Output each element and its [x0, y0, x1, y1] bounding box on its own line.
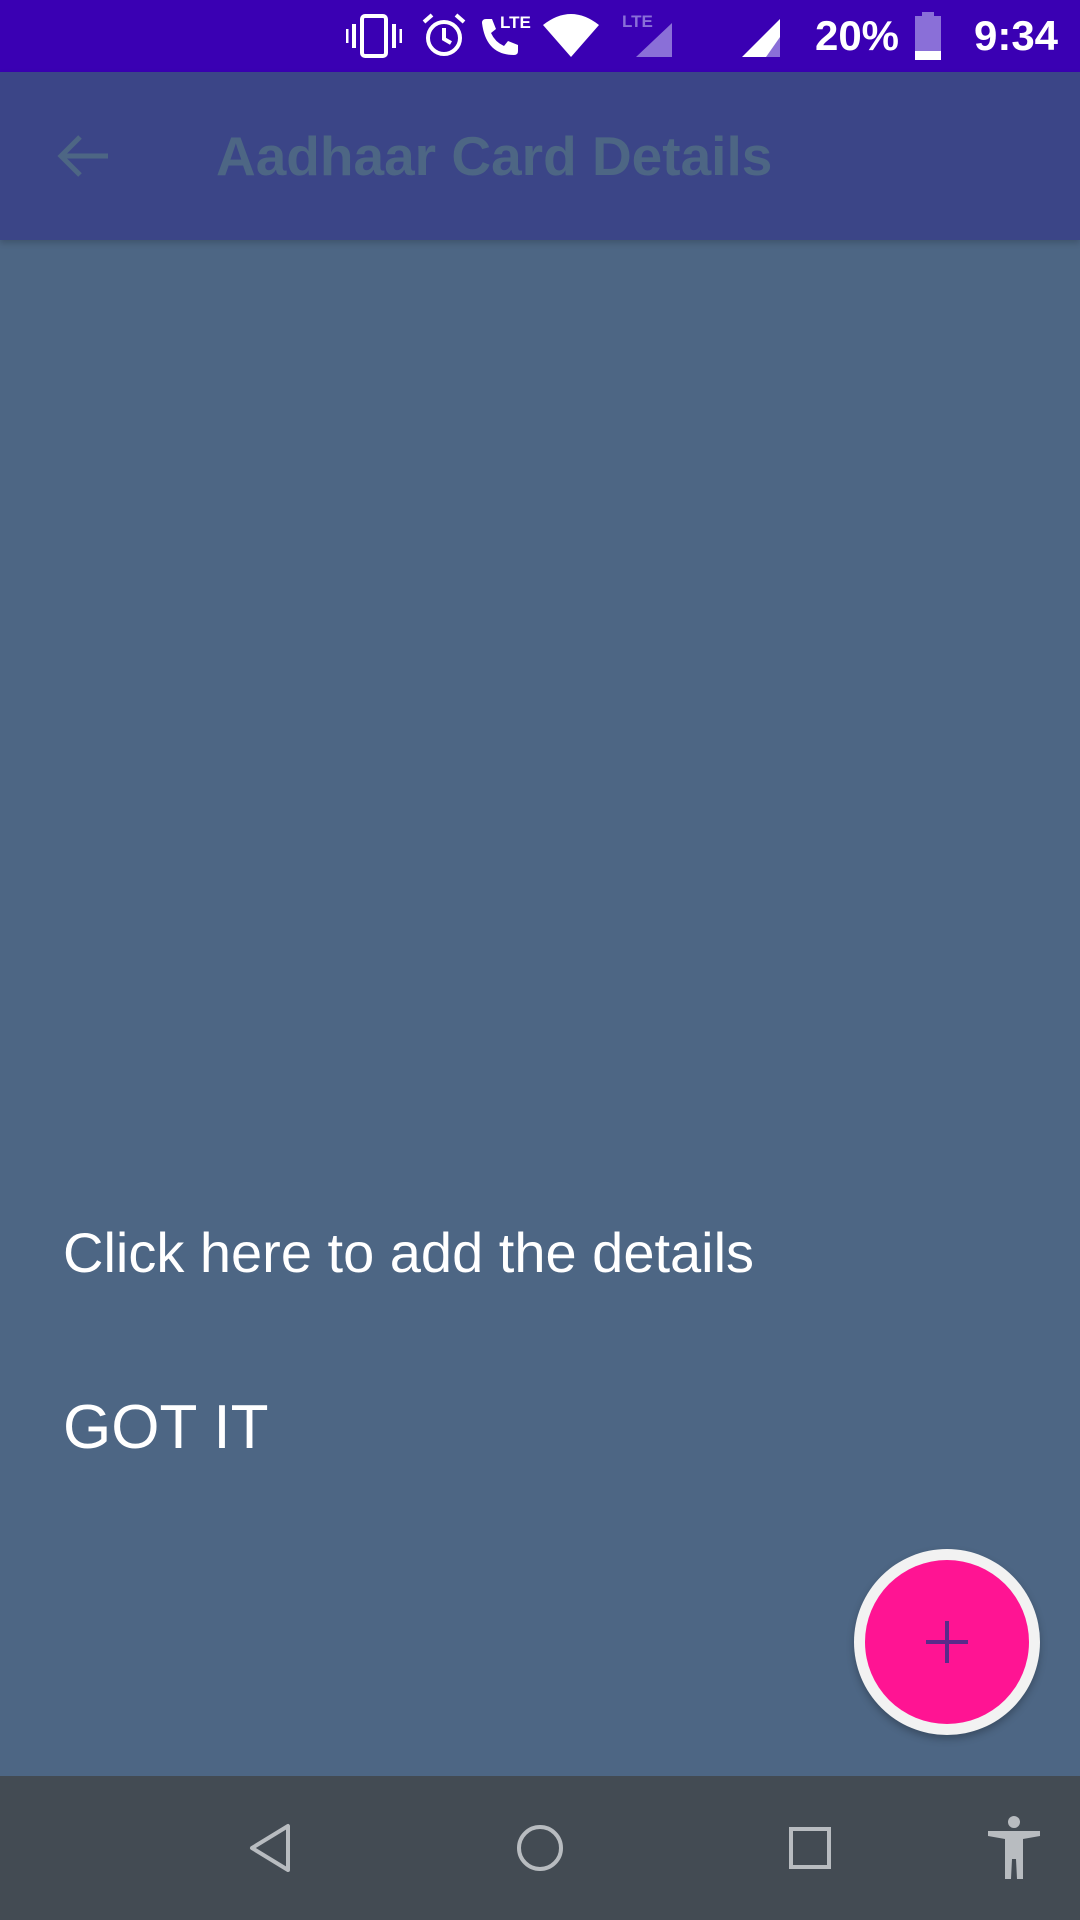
- arrow-back-icon: [57, 135, 108, 177]
- battery-percent-text: 20%: [814, 12, 900, 59]
- lte-signal-icon: LTE: [620, 0, 680, 72]
- page-title: Aadhaar Card Details: [216, 125, 773, 187]
- signal-icon: [738, 0, 788, 72]
- nav-home-icon: [517, 1825, 563, 1871]
- vibrate-icon: [344, 0, 404, 72]
- add-icon: [926, 1621, 968, 1663]
- nav-recents-button[interactable]: [738, 1776, 882, 1920]
- battery-icon: [908, 0, 948, 72]
- app-bar: Aadhaar Card Details: [0, 72, 1080, 240]
- back-button[interactable]: [40, 112, 128, 200]
- lte-call-icon: LTE: [476, 0, 536, 72]
- clock-text: 9:34: [973, 12, 1059, 59]
- svg-text:LTE: LTE: [622, 12, 653, 31]
- navigation-bar: [0, 1776, 1080, 1920]
- screen: LTE LTE 20% 9:34 Aadhaar Card Details Cl…: [0, 0, 1080, 1920]
- clock: 9:34: [966, 0, 1066, 72]
- accessibility-icon: [988, 1816, 1040, 1879]
- svg-text:LTE: LTE: [500, 13, 531, 32]
- fab-highlight-ring: [854, 1549, 1040, 1735]
- alarm-icon: [418, 0, 470, 72]
- nav-back-button[interactable]: [198, 1776, 342, 1920]
- nav-back-icon: [250, 1824, 290, 1872]
- status-bar: LTE LTE 20% 9:34: [0, 0, 1080, 72]
- got-it-button[interactable]: GOT IT: [63, 1392, 269, 1463]
- nav-recents-icon: [789, 1827, 831, 1869]
- tutorial-hint: Click here to add the details: [63, 1221, 755, 1284]
- wifi-icon: [540, 0, 602, 72]
- nav-home-button[interactable]: [468, 1776, 612, 1920]
- accessibility-button[interactable]: [948, 1776, 1080, 1920]
- battery-percent: 20%: [812, 0, 902, 72]
- add-fab-button[interactable]: [865, 1560, 1029, 1724]
